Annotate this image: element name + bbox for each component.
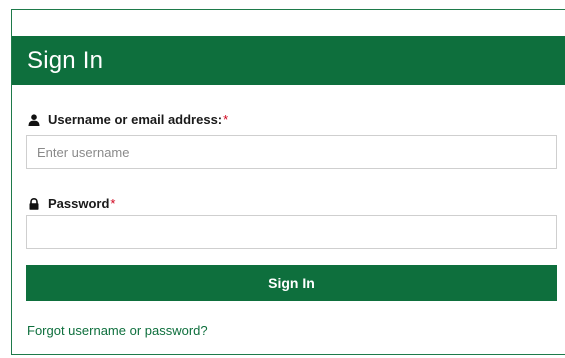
- username-label: Username or email address:: [48, 112, 223, 127]
- password-label-row: Password *: [28, 196, 115, 211]
- required-asterisk: *: [223, 112, 229, 127]
- username-label-row: Username or email address: *: [28, 112, 228, 127]
- signin-header: Sign In: [12, 36, 565, 85]
- signin-button[interactable]: Sign In: [26, 265, 557, 301]
- forgot-credentials-link[interactable]: Forgot username or password?: [27, 323, 208, 338]
- required-asterisk: *: [110, 196, 116, 211]
- lock-icon: [28, 197, 40, 210]
- username-input[interactable]: [26, 135, 557, 169]
- password-input[interactable]: [26, 215, 557, 249]
- page-title: Sign In: [27, 47, 104, 74]
- login-card: Sign In Username or email address: * Pas…: [11, 9, 565, 355]
- password-label: Password: [48, 196, 110, 211]
- user-icon: [28, 113, 40, 126]
